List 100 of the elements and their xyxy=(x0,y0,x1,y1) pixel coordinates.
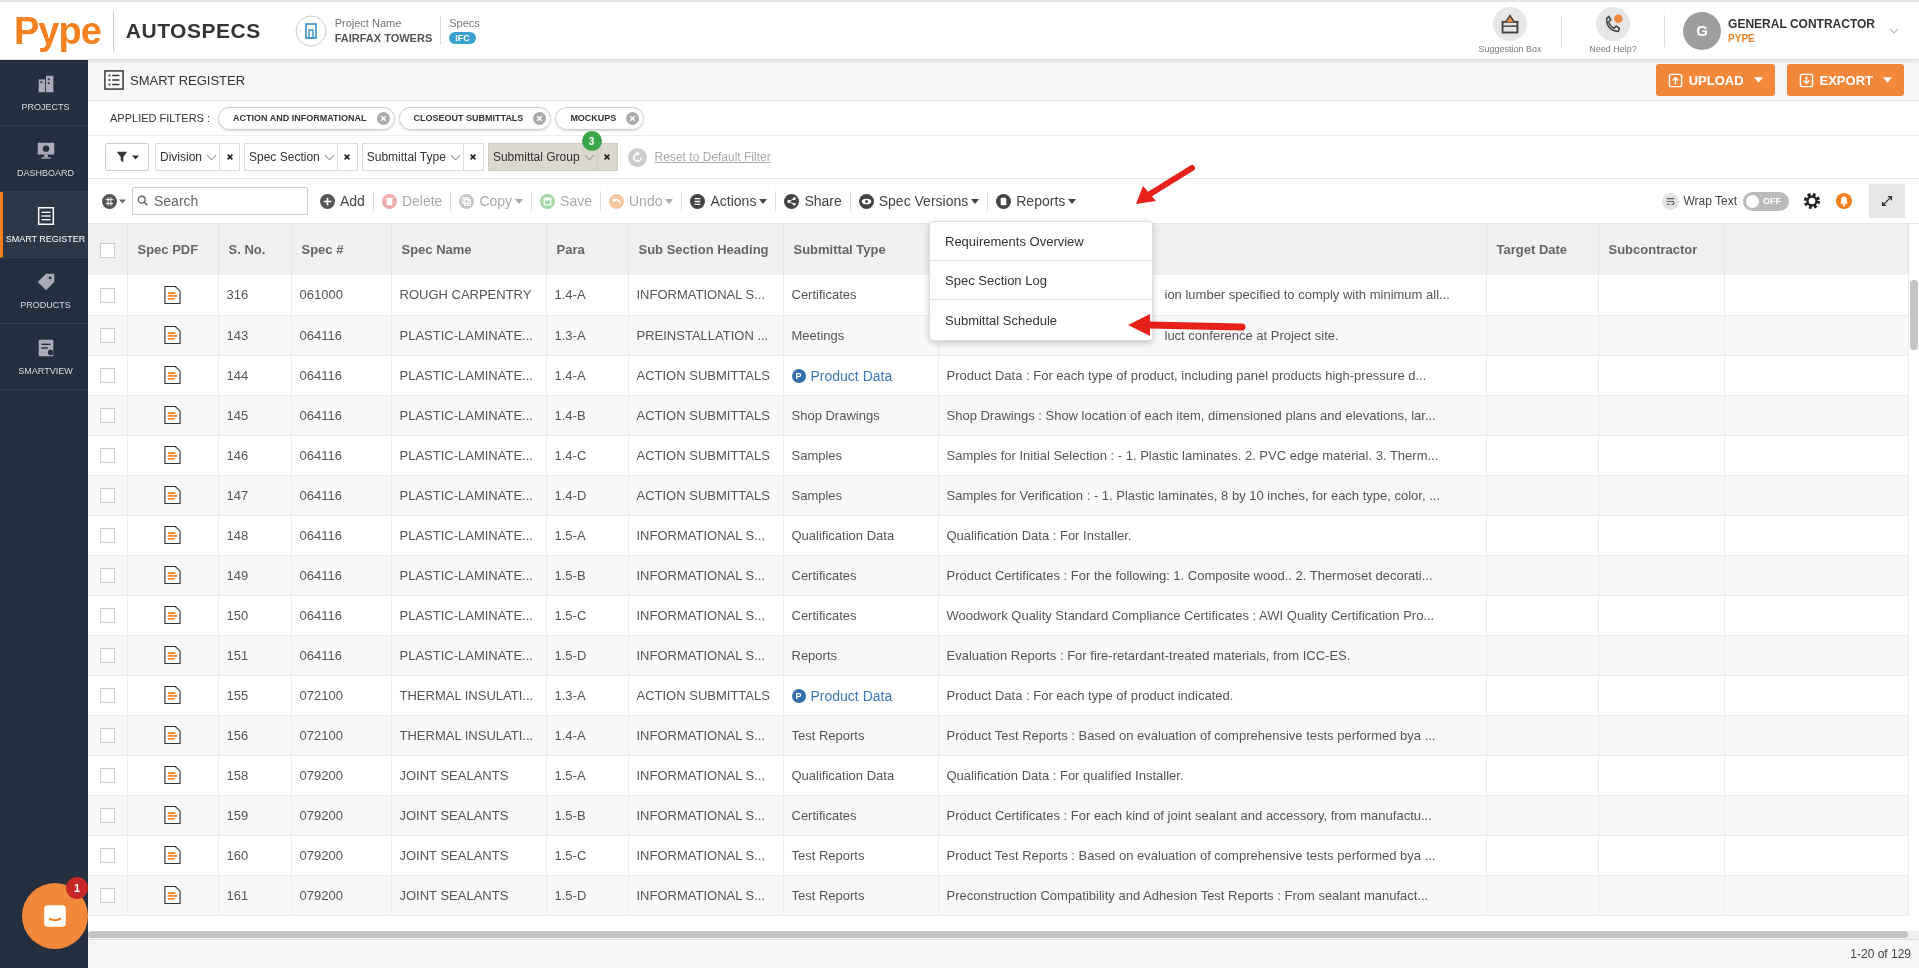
toolbar-button[interactable]: Reports xyxy=(994,193,1079,209)
project-name[interactable]: FAIRFAX TOWERS xyxy=(334,32,433,44)
table-cell: Qualification Data xyxy=(783,515,938,555)
toolbar-button[interactable]: Share xyxy=(782,193,844,209)
column-header[interactable]: Spec Name xyxy=(391,224,546,275)
filter-dropdown[interactable]: Division xyxy=(155,143,220,171)
sidebar-item[interactable]: SMART REGISTER xyxy=(0,192,88,258)
column-header[interactable]: Subcontractor xyxy=(1598,224,1724,275)
close-icon xyxy=(225,153,234,161)
column-header[interactable]: Para xyxy=(546,224,628,275)
table-cell: INFORMATIONAL S... xyxy=(628,715,783,755)
remove-filter-button[interactable] xyxy=(463,143,484,171)
table-cell: INFORMATIONAL S... xyxy=(628,755,783,795)
row-checkbox[interactable] xyxy=(99,287,115,303)
menu-item[interactable]: Spec Section Log xyxy=(930,261,1152,300)
toolbar-button[interactable]: Add xyxy=(318,193,367,209)
filter-dropdown[interactable]: Spec Section xyxy=(244,143,338,171)
row-checkbox[interactable] xyxy=(99,888,115,904)
table-cell: PLASTIC-LAMINATE... xyxy=(391,635,546,675)
document-icon[interactable] xyxy=(164,885,181,905)
user-avatar[interactable]: G xyxy=(1683,11,1722,50)
row-checkbox[interactable] xyxy=(99,808,115,824)
sidebar-item[interactable]: SMARTVIEW xyxy=(0,324,88,390)
toolbar-button[interactable]: Actions xyxy=(688,193,770,209)
remove-filter-button[interactable] xyxy=(220,143,240,171)
row-checkbox[interactable] xyxy=(99,528,115,544)
product-data-link[interactable]: P Product Data xyxy=(791,687,893,704)
column-header[interactable]: Spec # xyxy=(291,224,391,275)
applied-filters-label: APPLIED FILTERS : xyxy=(110,112,211,124)
table-cell: 064116 xyxy=(291,635,391,675)
column-header[interactable]: Sub Section Heading xyxy=(628,224,783,275)
table-cell: 064116 xyxy=(291,595,391,635)
document-icon[interactable] xyxy=(164,445,181,465)
document-icon[interactable] xyxy=(164,565,181,585)
table-cell: THERMAL INSULATI... xyxy=(391,675,546,715)
settings-icon[interactable] xyxy=(1803,192,1821,210)
annotation-arrow xyxy=(1136,165,1195,204)
document-icon[interactable] xyxy=(164,805,181,825)
table-cell: 064116 xyxy=(291,315,391,355)
table-cell: Samples for Initial Selection : - 1. Plastic laminates. 2. PVC edge material. 3. Therm... xyxy=(938,435,1486,475)
document-icon[interactable] xyxy=(164,765,181,785)
sidebar-item[interactable]: PRODUCTS xyxy=(0,258,88,324)
document-icon[interactable] xyxy=(164,365,181,385)
filter-dropdown[interactable]: Submittal Type xyxy=(361,143,464,171)
row-checkbox[interactable] xyxy=(99,728,115,744)
table-cell: 159 xyxy=(218,795,291,835)
row-checkbox[interactable] xyxy=(99,848,115,864)
filter-button[interactable] xyxy=(105,143,149,171)
document-icon[interactable] xyxy=(164,325,181,345)
document-icon[interactable] xyxy=(164,485,181,505)
bell-icon[interactable] xyxy=(1835,192,1853,210)
list-icon xyxy=(690,193,706,209)
document-icon[interactable] xyxy=(164,525,181,545)
suggestion-box-icon[interactable] xyxy=(1493,7,1528,41)
grid-icon xyxy=(102,193,117,209)
toolbar-button[interactable]: Spec Versions xyxy=(856,193,982,209)
row-checkbox[interactable] xyxy=(99,768,115,784)
row-checkbox[interactable] xyxy=(99,448,115,464)
row-checkbox[interactable] xyxy=(99,568,115,584)
row-checkbox[interactable] xyxy=(99,648,115,664)
row-checkbox[interactable] xyxy=(99,328,115,344)
column-header[interactable]: S. No. xyxy=(218,224,291,275)
row-checkbox[interactable] xyxy=(99,368,115,384)
table-cell: 1.5-C xyxy=(546,835,628,875)
product-data-link[interactable]: P Product Data xyxy=(791,367,893,384)
search-field[interactable]: Search xyxy=(132,187,308,215)
table-cell: 148 xyxy=(218,515,291,555)
column-header[interactable]: Spec PDF xyxy=(127,224,218,275)
menu-item[interactable]: Requirements Overview xyxy=(930,222,1152,261)
document-icon[interactable] xyxy=(164,645,181,665)
app-logo[interactable]: Pype xyxy=(14,10,114,51)
scrollbar-thumb[interactable] xyxy=(88,931,1908,938)
document-icon[interactable] xyxy=(164,685,181,705)
row-checkbox[interactable] xyxy=(99,488,115,504)
column-menu-button[interactable] xyxy=(102,193,126,209)
phone-icon[interactable] xyxy=(1596,7,1631,41)
document-icon[interactable] xyxy=(164,405,181,425)
document-icon[interactable] xyxy=(164,725,181,745)
table-cell: Product Data : For each type of product, including panel products high-pressure d... xyxy=(938,355,1486,395)
project-label: Project Name xyxy=(334,17,403,29)
remove-filter-button[interactable] xyxy=(337,143,358,171)
column-header[interactable]: Target Date xyxy=(1486,224,1598,275)
select-all-checkbox[interactable] xyxy=(99,242,115,258)
close-icon xyxy=(343,153,352,161)
fullscreen-button[interactable] xyxy=(1869,184,1905,218)
table-cell: 1.5-D xyxy=(546,635,628,675)
table-cell: Test Reports xyxy=(783,875,938,915)
table-cell: THERMAL INSULATI... xyxy=(391,715,546,755)
specs-badge[interactable]: IFC xyxy=(449,32,476,44)
document-icon[interactable] xyxy=(164,284,181,305)
table-cell: INFORMATIONAL S... xyxy=(628,795,783,835)
scrollbar-thumb[interactable] xyxy=(1910,280,1918,350)
document-icon[interactable] xyxy=(164,845,181,865)
document-icon[interactable] xyxy=(164,605,181,625)
table-cell: INFORMATIONAL S... xyxy=(628,275,783,315)
row-checkbox[interactable] xyxy=(99,408,115,424)
row-checkbox[interactable] xyxy=(99,688,115,704)
row-checkbox[interactable] xyxy=(99,608,115,624)
user-name: GENERAL CONTRACTOR xyxy=(1728,17,1875,31)
table-cell: Product Test Reports : Based on evaluation of comprehensive tests performed bya ... xyxy=(938,715,1486,755)
